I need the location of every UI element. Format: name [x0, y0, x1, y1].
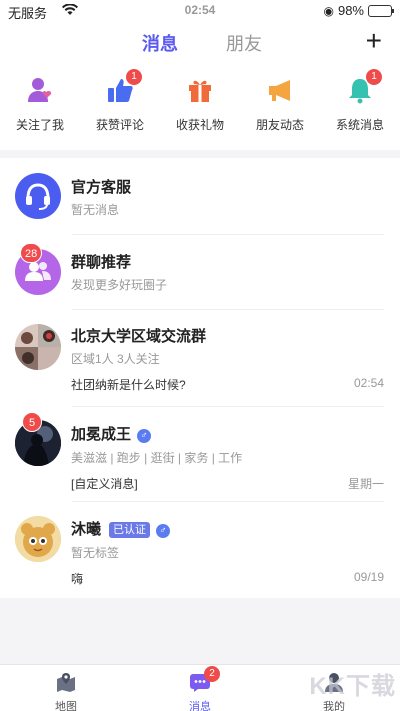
conversation-row-group-recommend[interactable]: 28 群聊推荐 发现更多好玩圈子 [0, 235, 400, 309]
person-heart-icon [26, 76, 54, 104]
quick-label: 收获礼物 [175, 118, 224, 132]
conversation-name: 群聊推荐 [71, 254, 132, 271]
conversation-subtitle: 暂无消息 [71, 203, 120, 217]
conversation-name: 北京大学区域交流群 [71, 328, 207, 345]
conversation-time: 02:54 [353, 376, 384, 390]
conversation-subtitle: 暂无标签 [71, 546, 120, 560]
quick-label: 朋友动态 [255, 118, 304, 132]
conversation-list: 官方客服 暂无消息 28 群聊推荐 发现更多好玩圈子 北京大学区域交流群 区域1… [0, 158, 400, 598]
headset-icon [15, 173, 61, 219]
conversation-name: 加冕成王 ♂ [71, 423, 152, 444]
unread-badge: 2 [204, 666, 220, 682]
unread-badge: 5 [22, 412, 42, 432]
thumbs-up-icon: 1 [106, 69, 142, 104]
male-icon: ♂ [156, 524, 171, 538]
conversation-row-official-service[interactable]: 官方客服 暂无消息 [0, 158, 400, 234]
plus-icon[interactable]: + [366, 27, 382, 55]
top-header: 消息 朋友 + [0, 22, 400, 62]
quick-likes[interactable]: 1 获赞评论 [80, 69, 160, 133]
conversation-subtitle: 区域1人 3人关注 [71, 352, 160, 366]
notification-badge: 1 [126, 69, 142, 85]
conversation-row-user-muxi[interactable]: 沐曦 已认证 ♂ 暂无标签 嗨 09/19 [0, 502, 400, 598]
quick-label: 获赞评论 [95, 118, 144, 132]
chat-icon: 2 [189, 666, 220, 693]
tab-label: 地图 [55, 701, 77, 711]
map-pin-icon [55, 671, 77, 693]
conversation-name: 沐曦 已认证 ♂ [71, 518, 171, 539]
quick-followers[interactable]: 关注了我 [0, 76, 80, 133]
user-avatar [15, 516, 61, 562]
conversation-subtitle: 发现更多好玩圈子 [71, 278, 168, 292]
conversation-time: 09/19 [353, 570, 384, 584]
battery-percent: 98% [337, 3, 364, 18]
battery-icon [368, 4, 394, 17]
notification-badge: 1 [366, 69, 382, 85]
quick-label: 系统消息 [335, 118, 384, 132]
conversation-last-message: 社团纳新是什么时候? [71, 378, 186, 392]
conversation-tags: 美滋滋 | 跑步 | 逛街 | 家务 | 工作 [71, 451, 243, 465]
group-avatar [15, 324, 61, 370]
orientation-lock-icon: ◉ [323, 3, 334, 18]
quick-system-messages[interactable]: 1 系统消息 [320, 69, 400, 133]
male-icon: ♂ [137, 429, 152, 443]
gift-icon [186, 76, 214, 104]
tab-label: 消息 [189, 701, 211, 711]
conversation-last-message: [自定义消息] [71, 477, 138, 491]
bell-icon: 1 [346, 69, 382, 104]
megaphone-icon [266, 76, 294, 104]
verified-badge: 已认证 [109, 522, 151, 538]
conversation-last-message: 嗨 [71, 572, 84, 586]
quick-label: 关注了我 [15, 118, 64, 132]
tab-messages[interactable]: 消息 [142, 30, 178, 56]
tab-messages-bottom[interactable]: 2 消息 [160, 666, 240, 711]
quick-actions: 关注了我 1 获赞评论 收获礼物 朋友动态 1 系统消息 [0, 62, 400, 150]
unread-badge: 28 [20, 243, 43, 263]
quick-gifts[interactable]: 收获礼物 [160, 76, 240, 133]
tab-friends[interactable]: 朋友 [226, 30, 262, 56]
conversation-row-pku-group[interactable]: 北京大学区域交流群 区域1人 3人关注 社团纳新是什么时候? 02:54 [0, 310, 400, 406]
status-bar: 无服务 02:54 ◉ 98% [0, 0, 400, 22]
tab-map[interactable]: 地图 [26, 671, 106, 711]
quick-friend-feed[interactable]: 朋友动态 [240, 76, 320, 133]
conversation-name: 官方客服 [71, 179, 132, 196]
conversation-row-user-jiamian[interactable]: 5 加冕成王 ♂ 美滋滋 | 跑步 | 逛街 | 家务 | 工作 [自定义消息] … [0, 407, 400, 501]
watermark: KK下载 [309, 673, 396, 700]
conversation-time: 星期一 [347, 477, 384, 491]
